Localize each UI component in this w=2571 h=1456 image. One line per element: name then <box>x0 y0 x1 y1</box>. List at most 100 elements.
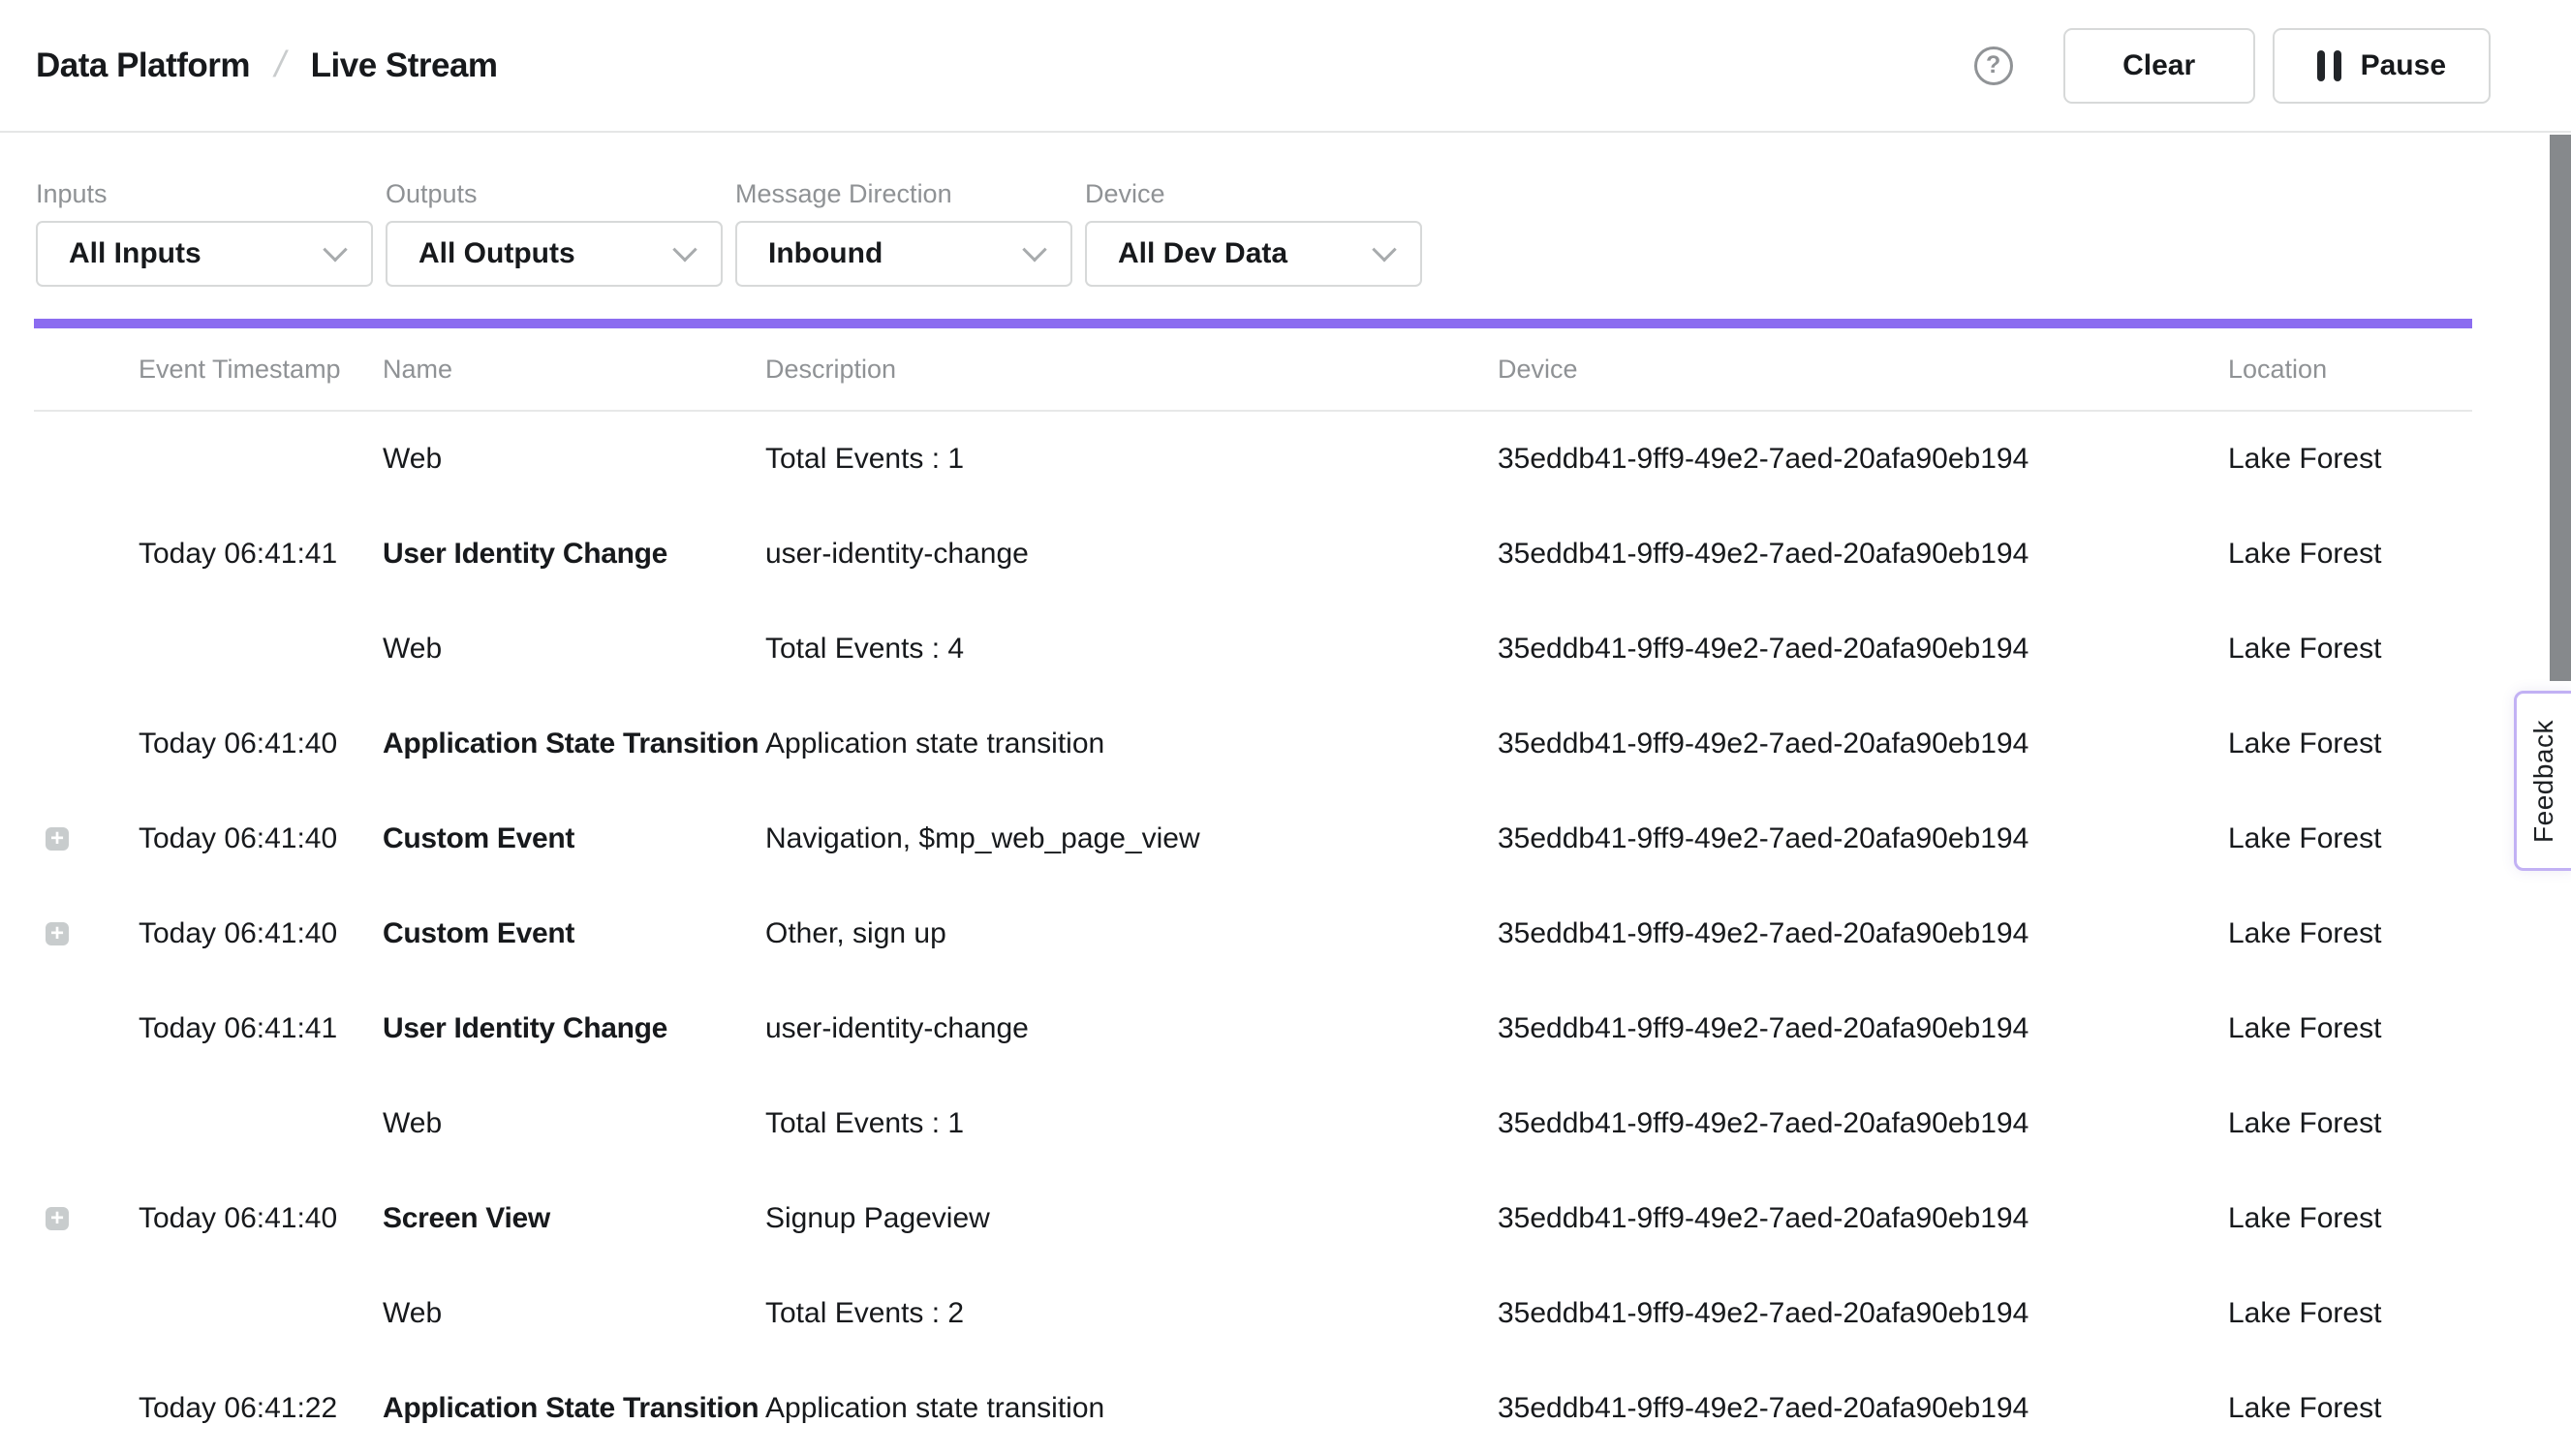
event-device-cell: 35eddb41-9ff9-49e2-7aed-20afa90eb194 <box>1498 538 2228 571</box>
inputs-select[interactable]: All Inputs <box>36 221 373 287</box>
breadcrumb-section[interactable]: Data Platform <box>36 46 250 85</box>
event-description-cell: Application state transition <box>765 1392 1498 1425</box>
event-name-cell: Web <box>383 633 765 666</box>
expand-cell: + <box>34 1397 139 1420</box>
event-device-cell: 35eddb41-9ff9-49e2-7aed-20afa90eb194 <box>1498 1107 2228 1140</box>
event-timestamp-cell: Today 06:41:22 <box>139 1392 383 1425</box>
live-stream-indicator-bar <box>34 319 2472 328</box>
table-row[interactable]: + Today 06:41:22 Application State Trans… <box>34 1361 2472 1456</box>
event-name-cell: Custom Event <box>383 917 765 950</box>
clear-button-label: Clear <box>2122 49 2195 82</box>
event-location-cell: Lake Forest <box>2228 917 2472 950</box>
filter-outputs: Outputs All Outputs <box>386 179 723 287</box>
table-row[interactable]: + Today 06:41:40 Application State Trans… <box>34 697 2472 791</box>
event-device-cell: 35eddb41-9ff9-49e2-7aed-20afa90eb194 <box>1498 1297 2228 1330</box>
expand-cell: + <box>34 922 139 945</box>
event-device-cell: 35eddb41-9ff9-49e2-7aed-20afa90eb194 <box>1498 1392 2228 1425</box>
expand-cell: + <box>34 732 139 756</box>
event-location-cell: Lake Forest <box>2228 1392 2472 1425</box>
message-direction-select[interactable]: Inbound <box>735 221 1072 287</box>
event-timestamp-cell: Today 06:41:40 <box>139 822 383 855</box>
event-name-cell: User Identity Change <box>383 1012 765 1045</box>
filter-inputs: Inputs All Inputs <box>36 179 373 287</box>
event-timestamp-cell: Today 06:41:40 <box>139 728 383 760</box>
event-device-cell: 35eddb41-9ff9-49e2-7aed-20afa90eb194 <box>1498 728 2228 760</box>
expand-cell: + <box>34 1302 139 1325</box>
event-name-cell: Screen View <box>383 1202 765 1235</box>
event-name-cell: User Identity Change <box>383 538 765 571</box>
event-description-cell: Other, sign up <box>765 917 1498 950</box>
help-icon[interactable]: ? <box>1974 46 2013 85</box>
plus-icon: + <box>50 828 64 850</box>
pause-button-label: Pause <box>2361 49 2446 82</box>
expand-cell: + <box>34 827 139 851</box>
table-row[interactable]: + Web Total Events : 1 35eddb41-9ff9-49e… <box>34 412 2472 507</box>
event-device-cell: 35eddb41-9ff9-49e2-7aed-20afa90eb194 <box>1498 822 2228 855</box>
topbar-actions: ? Clear Pause <box>1974 28 2491 104</box>
event-timestamp-cell: Today 06:41:40 <box>139 917 383 950</box>
expand-row-button[interactable]: + <box>46 1207 69 1230</box>
inputs-select-value: All Inputs <box>69 237 201 270</box>
table-row[interactable]: + Today 06:41:40 Screen View Signup Page… <box>34 1171 2472 1266</box>
table-row[interactable]: + Web Total Events : 4 35eddb41-9ff9-49e… <box>34 602 2472 697</box>
table-row[interactable]: + Today 06:41:40 Custom Event Other, sig… <box>34 886 2472 981</box>
pause-icon <box>2317 50 2341 81</box>
event-device-cell: 35eddb41-9ff9-49e2-7aed-20afa90eb194 <box>1498 443 2228 476</box>
event-device-cell: 35eddb41-9ff9-49e2-7aed-20afa90eb194 <box>1498 1012 2228 1045</box>
feedback-tab[interactable]: Feedback <box>2514 691 2571 871</box>
column-header-device: Device <box>1498 355 2228 385</box>
event-location-cell: Lake Forest <box>2228 728 2472 760</box>
table-header: Event Timestamp Name Description Device … <box>34 328 2472 412</box>
breadcrumb: Data Platform / Live Stream <box>36 45 498 86</box>
expand-cell: + <box>34 637 139 661</box>
filter-bar: Inputs All Inputs Outputs All Outputs Me… <box>0 133 2571 287</box>
table-row[interactable]: + Web Total Events : 1 35eddb41-9ff9-49e… <box>34 1076 2472 1171</box>
expand-row-button[interactable]: + <box>46 922 69 945</box>
filter-message-direction: Message Direction Inbound <box>735 179 1072 287</box>
top-bar: Data Platform / Live Stream ? Clear Paus… <box>0 0 2571 133</box>
device-select[interactable]: All Dev Data <box>1085 221 1422 287</box>
pause-button[interactable]: Pause <box>2273 28 2491 104</box>
filter-device: Device All Dev Data <box>1085 179 1422 287</box>
column-header-location: Location <box>2228 355 2472 385</box>
device-select-value: All Dev Data <box>1118 237 1287 270</box>
event-description-cell: user-identity-change <box>765 1012 1498 1045</box>
event-name-cell: Web <box>383 443 765 476</box>
chevron-down-icon <box>323 237 347 262</box>
event-device-cell: 35eddb41-9ff9-49e2-7aed-20afa90eb194 <box>1498 1202 2228 1235</box>
table-row[interactable]: + Today 06:41:41 User Identity Change us… <box>34 981 2472 1076</box>
event-description-cell: Total Events : 1 <box>765 443 1498 476</box>
table-row[interactable]: + Web Total Events : 2 35eddb41-9ff9-49e… <box>34 1266 2472 1361</box>
event-location-cell: Lake Forest <box>2228 822 2472 855</box>
event-name-cell: Application State Transition <box>383 728 765 760</box>
clear-button[interactable]: Clear <box>2063 28 2255 104</box>
scrollbar-thumb[interactable] <box>2550 135 2571 681</box>
table-row[interactable]: + Today 06:41:40 Custom Event Navigation… <box>34 791 2472 886</box>
filter-inputs-label: Inputs <box>36 179 373 209</box>
expand-cell: + <box>34 542 139 566</box>
breadcrumb-separator-icon: / <box>270 45 290 86</box>
table-body: + Web Total Events : 1 35eddb41-9ff9-49e… <box>0 412 2571 1456</box>
table-row[interactable]: + Today 06:41:41 User Identity Change us… <box>34 507 2472 602</box>
expand-cell: + <box>34 1017 139 1040</box>
event-description-cell: Total Events : 2 <box>765 1297 1498 1330</box>
filter-outputs-label: Outputs <box>386 179 723 209</box>
plus-icon: + <box>50 923 64 945</box>
event-location-cell: Lake Forest <box>2228 1107 2472 1140</box>
event-description-cell: user-identity-change <box>765 538 1498 571</box>
expand-cell: + <box>34 448 139 471</box>
event-description-cell: Navigation, $mp_web_page_view <box>765 822 1498 855</box>
page-title: Live Stream <box>311 46 498 85</box>
event-description-cell: Signup Pageview <box>765 1202 1498 1235</box>
event-timestamp-cell: Today 06:41:40 <box>139 1202 383 1235</box>
message-direction-select-value: Inbound <box>768 237 883 270</box>
outputs-select[interactable]: All Outputs <box>386 221 723 287</box>
expand-row-button[interactable]: + <box>46 827 69 851</box>
event-device-cell: 35eddb41-9ff9-49e2-7aed-20afa90eb194 <box>1498 633 2228 666</box>
event-device-cell: 35eddb41-9ff9-49e2-7aed-20afa90eb194 <box>1498 917 2228 950</box>
outputs-select-value: All Outputs <box>418 237 575 270</box>
feedback-tab-label: Feedback <box>2528 720 2559 843</box>
event-location-cell: Lake Forest <box>2228 1202 2472 1235</box>
chevron-down-icon <box>672 237 697 262</box>
chevron-down-icon <box>1022 237 1046 262</box>
